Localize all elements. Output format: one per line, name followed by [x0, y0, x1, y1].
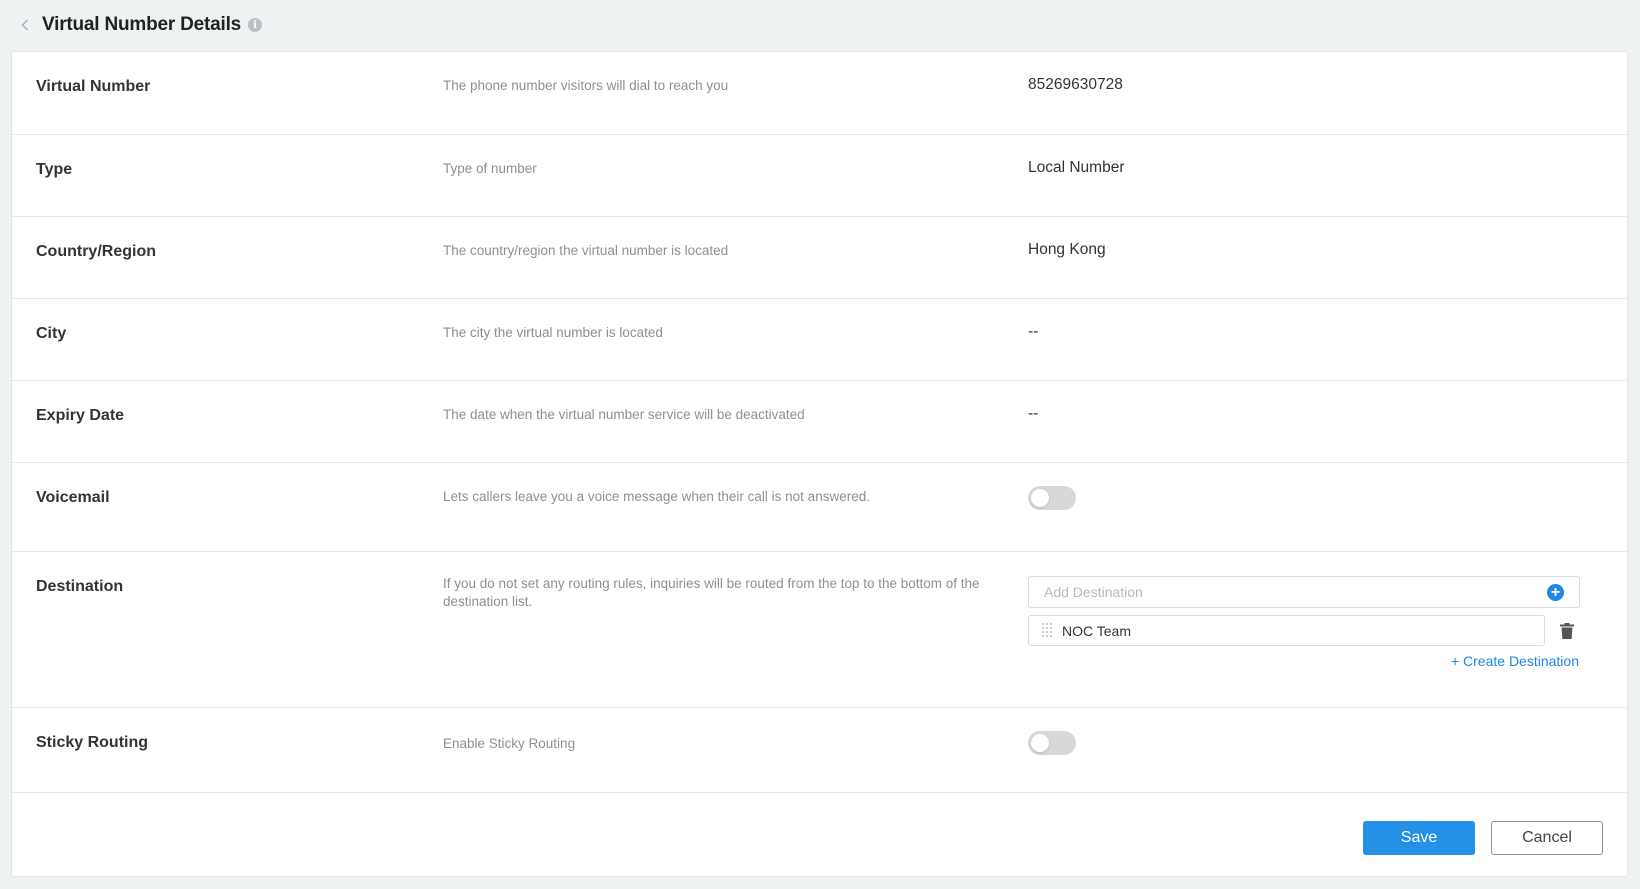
footer-actions: Save Cancel — [12, 792, 1627, 876]
row-expiry-date: Expiry Date The date when the virtual nu… — [12, 381, 1627, 463]
add-destination-plus-icon[interactable]: + — [1547, 584, 1564, 601]
row-description: The country/region the virtual number is… — [443, 243, 729, 258]
page-title: Virtual Number Details — [42, 14, 242, 35]
drag-handle-icon[interactable] — [1042, 622, 1054, 639]
cancel-button[interactable]: Cancel — [1491, 821, 1603, 855]
row-label: Sticky Routing — [36, 734, 149, 751]
row-label: Virtual Number — [36, 78, 151, 95]
country-region-value: Hong Kong — [1028, 241, 1106, 258]
voicemail-toggle[interactable] — [1028, 486, 1076, 510]
create-destination-link[interactable]: + Create Destination — [1451, 653, 1579, 669]
row-label: City — [36, 325, 67, 342]
row-description: Lets callers leave you a voice message w… — [443, 489, 870, 504]
back-button[interactable] — [18, 18, 32, 32]
row-description: Type of number — [443, 161, 537, 176]
row-label: Expiry Date — [36, 407, 125, 424]
row-label: Voicemail — [36, 489, 110, 506]
row-voicemail: Voicemail Lets callers leave you a voice… — [12, 463, 1627, 552]
virtual-number-value: 85269630728 — [1028, 76, 1123, 93]
city-value: -- — [1028, 323, 1039, 340]
row-type: Type Type of number Local Number — [12, 135, 1627, 217]
row-virtual-number: Virtual Number The phone number visitors… — [12, 52, 1627, 135]
row-label: Destination — [36, 578, 124, 595]
row-description: If you do not set any routing rules, inq… — [443, 576, 980, 609]
page-header: Virtual Number Details i — [0, 0, 1640, 50]
destination-list-item[interactable]: NOC Team — [1028, 615, 1545, 646]
destination-name: NOC Team — [1062, 622, 1131, 639]
save-button[interactable]: Save — [1363, 821, 1475, 855]
toggle-knob — [1031, 489, 1049, 507]
row-description: The phone number visitors will dial to r… — [443, 78, 729, 93]
info-icon[interactable]: i — [248, 18, 263, 32]
details-rows: Virtual Number The phone number visitors… — [12, 52, 1627, 792]
trash-icon[interactable] — [1560, 623, 1574, 639]
row-label: Country/Region — [36, 243, 156, 260]
row-label: Type — [36, 161, 73, 178]
details-card: Virtual Number The phone number visitors… — [11, 51, 1628, 877]
add-destination-field: + — [1028, 576, 1580, 608]
sticky-routing-toggle[interactable] — [1028, 731, 1076, 755]
type-value: Local Number — [1028, 159, 1125, 176]
row-destination: Destination If you do not set any routin… — [12, 552, 1627, 708]
toggle-knob — [1031, 734, 1049, 752]
row-description: Enable Sticky Routing — [443, 736, 576, 751]
row-description: The city the virtual number is located — [443, 325, 663, 340]
expiry-date-value: -- — [1028, 405, 1039, 422]
row-city: City The city the virtual number is loca… — [12, 299, 1627, 381]
row-description: The date when the virtual number service… — [443, 407, 805, 422]
add-destination-input[interactable] — [1029, 577, 1579, 607]
chevron-left-icon — [21, 19, 28, 31]
row-country-region: Country/Region The country/region the vi… — [12, 217, 1627, 299]
row-sticky-routing: Sticky Routing Enable Sticky Routing — [12, 708, 1627, 788]
